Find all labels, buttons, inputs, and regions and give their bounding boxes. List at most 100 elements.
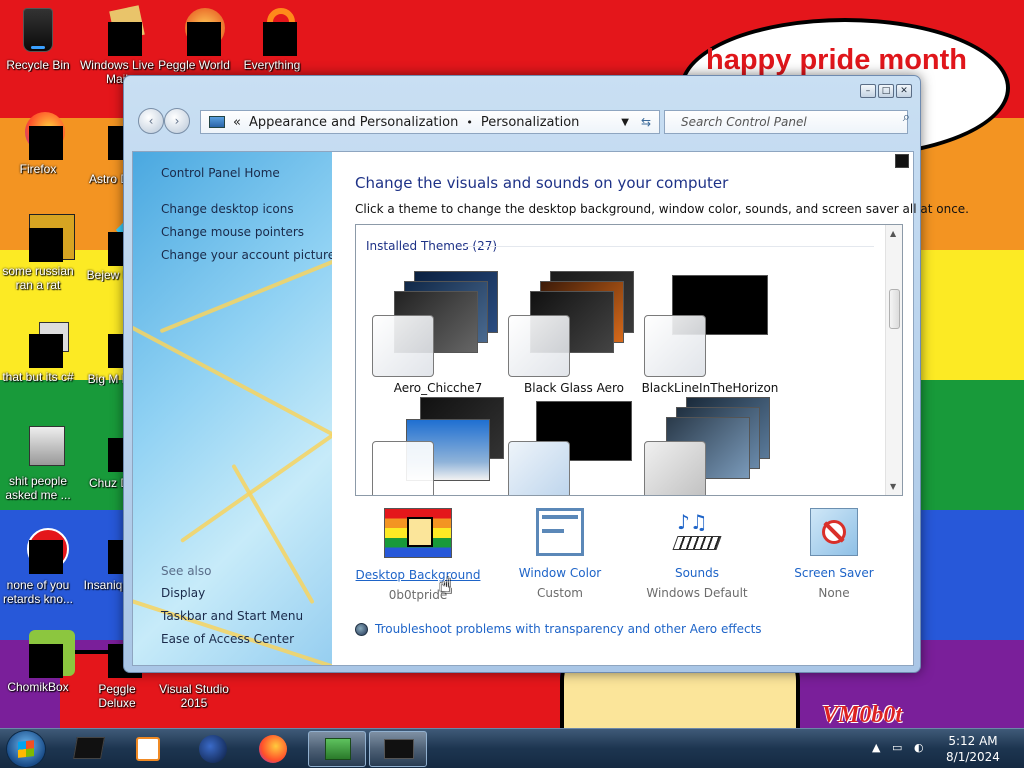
desktop-icon-firefox[interactable]: Firefox (0, 112, 76, 176)
folder-icon (15, 424, 65, 470)
theme-name: Aero_Chicche7 (393, 381, 483, 395)
link-change-mouse-pointers[interactable]: Change mouse pointers (161, 225, 304, 239)
taskbar-recycle-app[interactable] (60, 731, 118, 767)
window-controls: – □ ✕ (860, 84, 912, 98)
scroll-thumb[interactable] (889, 289, 900, 329)
link-change-desktop-icons[interactable]: Change desktop icons (161, 202, 294, 216)
screen-saver-label[interactable]: Screen Saver (769, 566, 899, 580)
clock-time: 5:12 AM (948, 734, 998, 748)
breadcrumb-overflow[interactable]: « (233, 115, 241, 130)
navigation-bar: ‹ › « Appearance and Personalization • P… (136, 106, 916, 138)
maximize-button[interactable]: □ (878, 84, 894, 98)
help-icon[interactable] (895, 154, 909, 168)
desktop-icon-some-russian[interactable]: some russian ran a rat (0, 214, 76, 292)
desktop-icon-chomikbox[interactable]: ChomikBox (0, 630, 76, 694)
window-color-item[interactable]: Window Color Custom (495, 508, 625, 600)
app-icon (73, 737, 105, 759)
theme-item[interactable] (640, 397, 780, 495)
clock-date: 8/1/2024 (946, 750, 1000, 764)
personalization-window: – □ ✕ ‹ › « Appearance and Personalizati… (123, 75, 969, 673)
theme-item[interactable]: BlackLineInTheHorizon (640, 271, 780, 395)
refresh-icon[interactable]: ⇆ (641, 115, 651, 129)
troubleshoot-link[interactable]: Troubleshoot problems with transparency … (355, 622, 762, 636)
theme-color-swatch (644, 441, 706, 495)
peggle-icon (171, 8, 225, 56)
search-icon[interactable]: ⌕ (903, 110, 910, 125)
themes-list[interactable]: Installed Themes (27) Aero_Chicche7 Blac… (355, 224, 903, 496)
theme-color-swatch (508, 441, 570, 495)
desktop-icon-that-but-its-csharp[interactable]: that but its c# (0, 320, 76, 384)
sounds-label[interactable]: Sounds (632, 566, 762, 580)
themes-scrollbar[interactable]: ▲ ▼ (885, 225, 902, 495)
taskbar: ▲ ▭ ◐ 5:12 AM 8/1/2024 (0, 728, 1024, 768)
windows-logo-icon (18, 740, 34, 758)
chomikbox-icon (15, 630, 75, 678)
desktop-icon-recycle-bin[interactable]: Recycle Bin (0, 8, 76, 72)
screen-saver-item[interactable]: Screen Saver None (769, 508, 899, 600)
minimize-button[interactable]: – (860, 84, 876, 98)
taskbar-media-player[interactable] (120, 731, 178, 767)
globe-icon (199, 735, 227, 763)
desktop-background-label[interactable]: Desktop Background (353, 568, 483, 582)
search-input[interactable]: Search Control Panel (664, 110, 908, 134)
theme-item[interactable] (504, 397, 644, 495)
scroll-up-arrow-icon[interactable]: ▲ (890, 229, 896, 238)
address-bar[interactable]: « Appearance and Personalization • Perso… (200, 110, 660, 134)
divider (464, 246, 874, 247)
dropdown-arrow-icon[interactable]: ▼ (621, 117, 629, 128)
theme-name: Black Glass Aero (524, 381, 624, 395)
mail-icon (94, 5, 145, 56)
desktop-icon-everything[interactable]: Everything (234, 8, 310, 72)
breadcrumb-arrow-icon[interactable]: • (466, 116, 473, 129)
forward-button[interactable]: › (164, 108, 190, 134)
network-icon[interactable]: ▭ (892, 741, 902, 754)
back-button[interactable]: ‹ (138, 108, 164, 134)
control-panel-icon (209, 116, 225, 128)
sounds-value: Windows Default (646, 586, 748, 600)
link-taskbar-start-menu[interactable]: Taskbar and Start Menu (161, 609, 303, 623)
link-display[interactable]: Display (161, 586, 205, 600)
taskbar-globe-app[interactable] (184, 731, 242, 767)
media-player-icon (136, 737, 160, 761)
theme-color-swatch (508, 315, 570, 377)
desktop-icon-peggle-world[interactable]: Peggle World (156, 8, 232, 72)
breadcrumb-personalization[interactable]: Personalization (481, 115, 580, 130)
start-button[interactable] (6, 730, 46, 768)
desktop-icon-none-of-you[interactable]: none of you retards kno... (0, 528, 76, 606)
troubleshoot-label[interactable]: Troubleshoot problems with transparency … (375, 622, 762, 636)
theme-item[interactable]: Aero_Chicche7 (368, 271, 508, 395)
hand-cursor-icon: ☝ (439, 574, 453, 599)
desktop-background-item[interactable]: Desktop Background 0b0tpride (353, 508, 483, 602)
file-icon (15, 214, 75, 262)
window-color-icon (536, 508, 584, 556)
see-also-heading: See also (161, 564, 212, 578)
control-panel-icon (325, 738, 351, 760)
theme-color-swatch (372, 441, 434, 495)
taskbar-window-app[interactable] (369, 731, 427, 767)
clock[interactable]: 5:12 AM 8/1/2024 (934, 733, 1012, 765)
page-title: Change the visuals and sounds on your co… (355, 174, 729, 192)
sounds-item[interactable]: ♪♫ Sounds Windows Default (632, 508, 762, 600)
volume-icon[interactable]: ◐ (914, 741, 924, 754)
scroll-down-arrow-icon[interactable]: ▼ (890, 482, 896, 491)
tray-expand-icon[interactable]: ▲ (872, 741, 880, 754)
link-ease-of-access[interactable]: Ease of Access Center (161, 632, 294, 646)
shortcut-icon (15, 320, 69, 368)
theme-item[interactable]: Black Glass Aero (504, 271, 644, 395)
close-button[interactable]: ✕ (896, 84, 912, 98)
link-control-panel-home[interactable]: Control Panel Home (161, 166, 280, 180)
window-color-label[interactable]: Window Color (495, 566, 625, 580)
bubble-text: happy pride month (706, 44, 967, 76)
desktop-background-icon (384, 508, 452, 558)
desktop-icon-shit-people-asked[interactable]: shit people asked me ... (0, 424, 76, 502)
sounds-icon: ♪♫ (672, 508, 722, 556)
taskbar-firefox[interactable] (244, 731, 302, 767)
screen-saver-value: None (818, 586, 850, 600)
link-change-account-picture[interactable]: Change your account picture (161, 248, 332, 262)
theme-color-swatch (644, 315, 706, 377)
theme-item[interactable] (368, 397, 508, 495)
taskbar-control-panel[interactable] (308, 731, 366, 767)
breadcrumb-appearance[interactable]: Appearance and Personalization (249, 115, 458, 130)
theme-name: BlackLineInTheHorizon (641, 381, 779, 395)
everything-search-icon (249, 8, 297, 56)
